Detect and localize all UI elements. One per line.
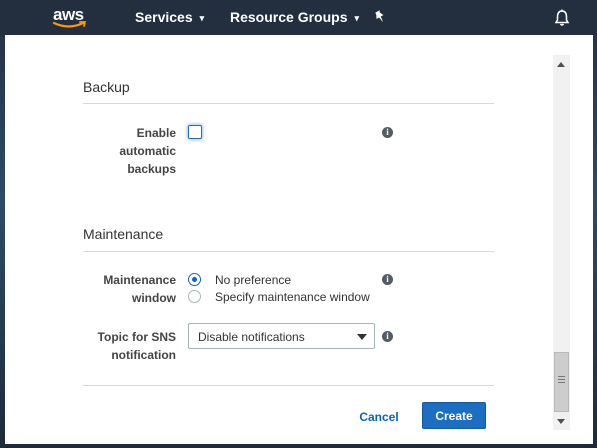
create-button[interactable]: Create — [422, 402, 486, 429]
services-menu[interactable]: Services ▾ — [135, 9, 204, 25]
info-icon[interactable]: i — [382, 127, 393, 138]
info-icon[interactable]: i — [382, 331, 393, 342]
enable-backups-checkbox[interactable] — [188, 125, 202, 139]
backup-section-title: Backup — [83, 79, 130, 95]
dropdown-caret-icon — [357, 334, 367, 340]
top-navigation-bar: aws Services ▾ Resource Groups ▾ — [0, 0, 597, 35]
radio-button[interactable] — [188, 273, 201, 286]
select-value: Disable notifications — [198, 330, 305, 344]
radio-label: Specify maintenance window — [215, 290, 370, 304]
footer-divider — [83, 385, 494, 386]
scroll-up-arrow-icon[interactable] — [557, 62, 565, 67]
grip-line — [558, 379, 565, 380]
vertical-scrollbar[interactable] — [553, 55, 570, 430]
services-label: Services — [135, 9, 193, 25]
radio-button[interactable] — [188, 290, 201, 303]
maintenance-window-label: Maintenance window — [103, 273, 176, 305]
radio-label: No preference — [215, 273, 292, 287]
bell-icon[interactable] — [554, 9, 570, 27]
backup-divider — [83, 103, 494, 104]
create-database-modal: Backup Enable automatic backups i Mainte… — [5, 35, 593, 444]
maintenance-divider — [83, 251, 494, 252]
cancel-button[interactable]: Cancel — [353, 407, 405, 427]
scrollbar-thumb[interactable] — [554, 352, 569, 412]
pin-icon[interactable] — [373, 10, 387, 24]
chevron-down-icon: ▾ — [354, 13, 360, 23]
resource-groups-menu[interactable]: Resource Groups ▾ — [230, 9, 359, 25]
sns-topic-label: Topic for SNS notification — [97, 330, 176, 362]
info-icon[interactable]: i — [382, 274, 393, 285]
aws-logo[interactable]: aws — [53, 5, 89, 29]
grip-line — [558, 382, 565, 383]
scroll-down-arrow-icon[interactable] — [557, 419, 565, 424]
sns-topic-select[interactable]: Disable notifications — [188, 323, 375, 349]
grip-line — [558, 376, 565, 377]
chevron-down-icon: ▾ — [199, 13, 205, 23]
maintenance-section-title: Maintenance — [83, 226, 164, 242]
resource-groups-label: Resource Groups — [230, 9, 348, 25]
aws-smile-icon — [53, 21, 87, 28]
enable-backups-label: Enable automatic backups — [119, 126, 176, 176]
